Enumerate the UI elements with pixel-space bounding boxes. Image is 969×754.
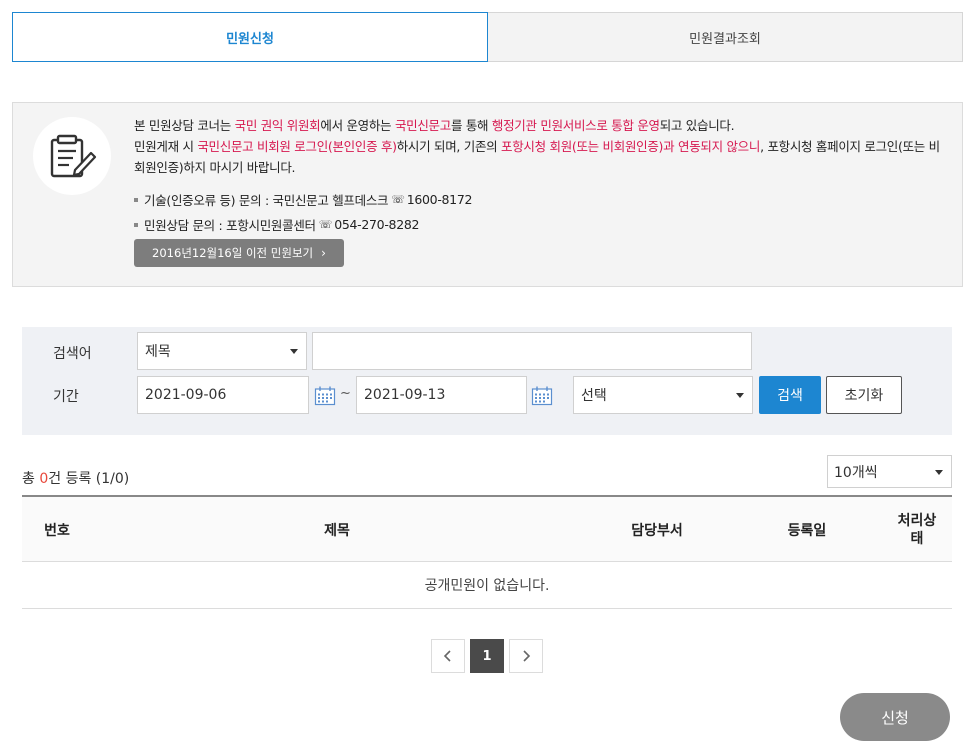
phone-icon: ☏ (391, 193, 405, 206)
status-select[interactable]: 선택 (573, 376, 753, 414)
clipboard-icon (33, 117, 111, 195)
count-number: 0 (39, 471, 49, 487)
chevron-right-icon: › (321, 246, 326, 260)
old-complaints-label: 2016년12월16일 이전 민원보기 (152, 246, 314, 260)
notice-highlight: 국민 권익 위원회 (234, 118, 321, 133)
tab-apply[interactable]: 민원신청 (12, 12, 488, 62)
contact-consult: 민원상담 문의 : 포항시민원콜센터 ☏ 054-270-8282 (134, 212, 472, 237)
page-button-current[interactable]: 1 (470, 639, 504, 673)
column-header-number: 번호 (44, 522, 70, 539)
notice-highlight: 포항시청 회원(또는 비회원인증)과 연동되지 않으니 (501, 139, 761, 154)
contact-phone: 1600-8172 (406, 192, 473, 207)
chevron-left-icon (443, 650, 451, 662)
search-button[interactable]: 검색 (759, 376, 821, 414)
tab-bar: 민원신청 민원결과조회 (12, 12, 963, 62)
column-header-date: 등록일 (787, 522, 827, 539)
calendar-icon[interactable] (314, 386, 336, 406)
empty-row: 공개민원이 없습니다. (22, 562, 952, 609)
column-header-status: 처리상태 (897, 512, 937, 547)
apply-button[interactable]: 신청 (840, 693, 950, 741)
notice-box: 본 민원상담 코너는 국민 권익 위원회에서 운영하는 국민신문고를 통해 행정… (12, 102, 963, 287)
notice-text-part: 민원게재 시 (134, 139, 198, 154)
count-suffix: 건 등록 (1/0) (48, 471, 130, 487)
status-select-value: 선택 (581, 388, 607, 404)
contact-label: 기술(인증오류 등) 문의 : 국민신문고 헬프데스크 (144, 193, 389, 208)
notice-text-part: 하시기 되며, 기존의 (396, 139, 502, 154)
phone-icon: ☏ (318, 218, 333, 231)
notice-text-part: 를 통해 (450, 118, 492, 133)
per-page-value: 10개씩 (834, 464, 878, 481)
column-header-title: 제목 (324, 522, 350, 539)
table-header: 번호 제목 담당부서 등록일 처리상태 (22, 495, 952, 562)
complaint-table: 번호 제목 담당부서 등록일 처리상태 공개민원이 없습니다. (22, 495, 952, 609)
reset-button[interactable]: 초기화 (826, 376, 902, 414)
notice-text-part: 본 민원상담 코너는 (134, 118, 235, 133)
search-field-value: 제목 (145, 344, 171, 360)
keyword-input[interactable] (312, 332, 752, 370)
contact-list: 기술(인증오류 등) 문의 : 국민신문고 헬프데스크 ☏ 1600-8172 … (134, 187, 472, 237)
notice-text-part: 에서 운영하는 (320, 118, 395, 133)
period-label: 기간 (53, 389, 79, 405)
date-from-input[interactable]: 2021-09-06 (137, 376, 309, 414)
search-field-select[interactable]: 제목 (137, 332, 307, 370)
bullet-icon (134, 222, 138, 227)
column-header-department: 담당부서 (631, 522, 683, 539)
notice-text: 본 민원상담 코너는 국민 권익 위원회에서 운영하는 국민신문고를 통해 행정… (134, 115, 949, 178)
search-panel: 검색어 기간 제목 2021-09-06 ~ 2021-09-13 선택 검색 … (22, 327, 952, 435)
tab-result-lookup[interactable]: 민원결과조회 (488, 12, 963, 62)
chevron-right-icon (523, 650, 531, 662)
notice-highlight: 국민신문고 비회원 로그인(본인인증 후) (197, 139, 397, 154)
caret-down-icon (736, 393, 744, 398)
old-complaints-button[interactable]: 2016년12월16일 이전 민원보기 › (134, 239, 344, 267)
notice-highlight: 행정기관 민원서비스로 통합 운영 (491, 118, 660, 133)
notice-highlight: 국민신문고 (394, 118, 451, 133)
prev-page-button[interactable] (431, 639, 465, 673)
date-to-input[interactable]: 2021-09-13 (356, 376, 527, 414)
result-count: 총 0건 등록 (1/0) (22, 468, 129, 488)
notice-text-part: 되고 있습니다. (659, 118, 735, 133)
keyword-label: 검색어 (53, 346, 92, 362)
empty-message: 공개민원이 없습니다. (424, 578, 550, 594)
caret-down-icon (290, 349, 298, 354)
per-page-select[interactable]: 10개씩 (827, 455, 952, 488)
range-separator: ~ (340, 386, 351, 401)
bullet-icon (134, 197, 138, 202)
calendar-icon[interactable] (531, 386, 553, 406)
contact-tech: 기술(인증오류 등) 문의 : 국민신문고 헬프데스크 ☏ 1600-8172 (134, 187, 472, 212)
count-prefix: 총 (22, 471, 40, 487)
contact-phone: 054-270-8282 (334, 217, 420, 232)
caret-down-icon (935, 470, 943, 475)
next-page-button[interactable] (509, 639, 543, 673)
contact-label: 민원상담 문의 : 포항시민원콜센터 (144, 218, 316, 233)
